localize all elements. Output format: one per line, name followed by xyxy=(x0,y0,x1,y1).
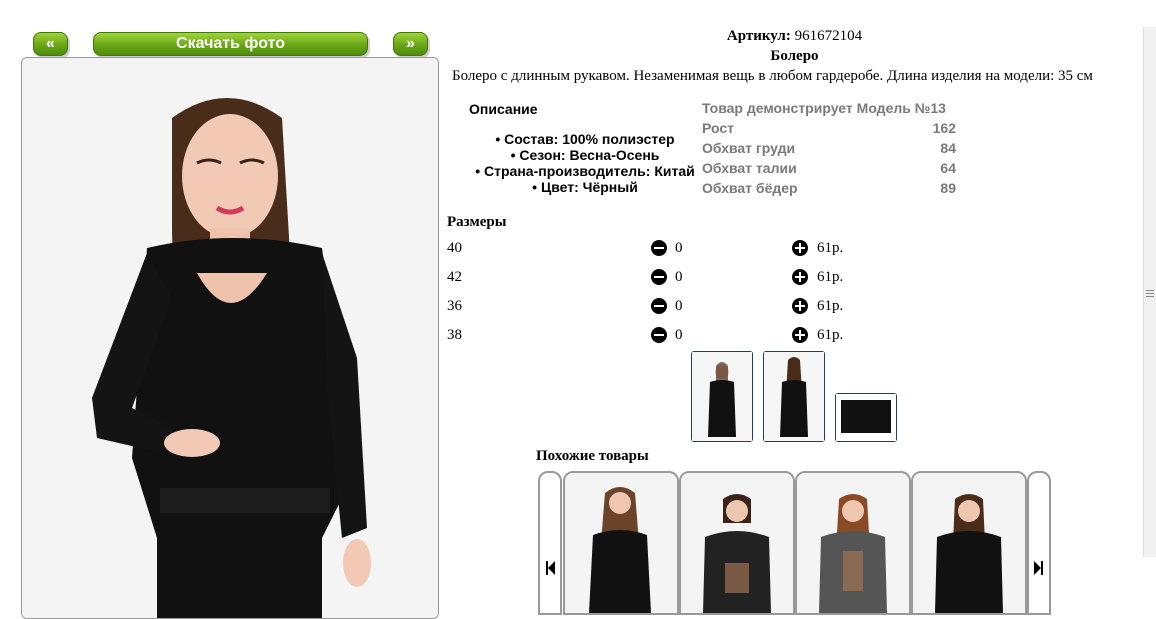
sizes-table: 40 0 61р. 42 0 61р. 36 0 61р. 38 0 61р. xyxy=(447,240,867,356)
details-list: • Состав: 100% полиэстер • Сезон: Весна-… xyxy=(455,131,715,195)
plus-icon[interactable] xyxy=(792,240,808,256)
size-qty: 0 xyxy=(675,327,683,343)
detail-item: • Цвет: Чёрный xyxy=(532,179,638,195)
model-row: Обхват талии 64 xyxy=(702,160,956,180)
model-row-label: Обхват бёдер xyxy=(702,180,798,196)
product-title: Болеро xyxy=(770,48,819,64)
similar-product-card[interactable] xyxy=(679,471,795,615)
plus-icon[interactable] xyxy=(792,327,808,343)
article-label: Артикул: xyxy=(726,28,791,44)
size-qty: 0 xyxy=(675,298,683,314)
thumbnail-image xyxy=(764,352,824,441)
size-label: 38 xyxy=(447,327,462,343)
article-line: Артикул: 961672104 xyxy=(447,28,1142,45)
minus-icon[interactable] xyxy=(651,269,667,285)
model-row-value: 64 xyxy=(940,160,956,176)
plus-icon[interactable] xyxy=(792,298,808,314)
similar-product-image xyxy=(913,473,1025,613)
size-price: 61р. xyxy=(817,327,844,343)
thumbnail-image xyxy=(692,352,752,441)
vertical-scrollbar[interactable] xyxy=(1143,27,1156,557)
model-photo-image xyxy=(22,58,438,618)
size-qty: 0 xyxy=(675,269,683,285)
scrollbar-grip[interactable] xyxy=(1146,287,1154,301)
similar-product-image xyxy=(797,473,909,613)
thumbnail-front[interactable] xyxy=(691,351,753,442)
size-price: 61р. xyxy=(817,240,844,256)
details-heading: Описание xyxy=(469,101,538,117)
model-row-value: 84 xyxy=(940,140,956,156)
model-row: Обхват бёдер 89 xyxy=(702,180,956,200)
size-label: 42 xyxy=(447,269,462,285)
size-price: 61р. xyxy=(817,269,844,285)
detail-item: • Страна-производитель: Китай xyxy=(475,163,695,179)
model-row-label: Обхват талии xyxy=(702,160,797,176)
similar-product-image xyxy=(681,473,793,613)
similar-product-card[interactable] xyxy=(795,471,911,615)
similar-product-image xyxy=(565,473,677,613)
thumbnail-image xyxy=(836,394,896,441)
similar-product-card[interactable] xyxy=(563,471,679,615)
model-row: Рост 162 xyxy=(702,120,956,140)
similar-next-button[interactable] xyxy=(1027,471,1051,615)
detail-item: • Сезон: Весна-Осень xyxy=(510,147,660,163)
model-heading: Товар демонстрирует Модель №13 xyxy=(702,100,946,116)
skip-back-icon xyxy=(546,561,555,575)
similar-product-card[interactable] xyxy=(911,471,1027,615)
skip-forward-icon xyxy=(1034,561,1043,575)
minus-icon[interactable] xyxy=(651,327,667,343)
model-row-value: 162 xyxy=(932,120,956,136)
prev-photo-button[interactable]: « xyxy=(33,32,68,56)
minus-icon[interactable] xyxy=(651,240,667,256)
similar-heading: Похожие товары xyxy=(536,448,649,464)
size-qty: 0 xyxy=(675,240,683,256)
detail-item: • Состав: 100% полиэстер xyxy=(495,131,675,147)
model-row-value: 89 xyxy=(940,180,956,196)
size-label: 40 xyxy=(447,240,462,256)
model-row-label: Рост xyxy=(702,120,734,136)
main-product-photo[interactable] xyxy=(21,57,439,619)
thumbnail-fabric[interactable] xyxy=(835,393,897,442)
model-row: Обхват груди 84 xyxy=(702,140,956,160)
size-price: 61р. xyxy=(817,298,844,314)
next-photo-button[interactable]: » xyxy=(393,32,428,56)
model-measurements: Рост 162 Обхват груди 84 Обхват талии 64… xyxy=(702,120,956,200)
size-label: 36 xyxy=(447,298,462,314)
model-row-label: Обхват груди xyxy=(702,140,796,156)
plus-icon[interactable] xyxy=(792,269,808,285)
minus-icon[interactable] xyxy=(651,298,667,314)
product-description: Болеро с длинным рукавом. Незаменимая ве… xyxy=(452,68,1093,84)
article-number: 961672104 xyxy=(794,28,863,44)
sizes-heading: Размеры xyxy=(447,214,507,230)
similar-prev-button[interactable] xyxy=(538,471,562,615)
download-photo-button[interactable]: Скачать фото xyxy=(93,32,368,56)
thumbnail-back[interactable] xyxy=(763,351,825,442)
